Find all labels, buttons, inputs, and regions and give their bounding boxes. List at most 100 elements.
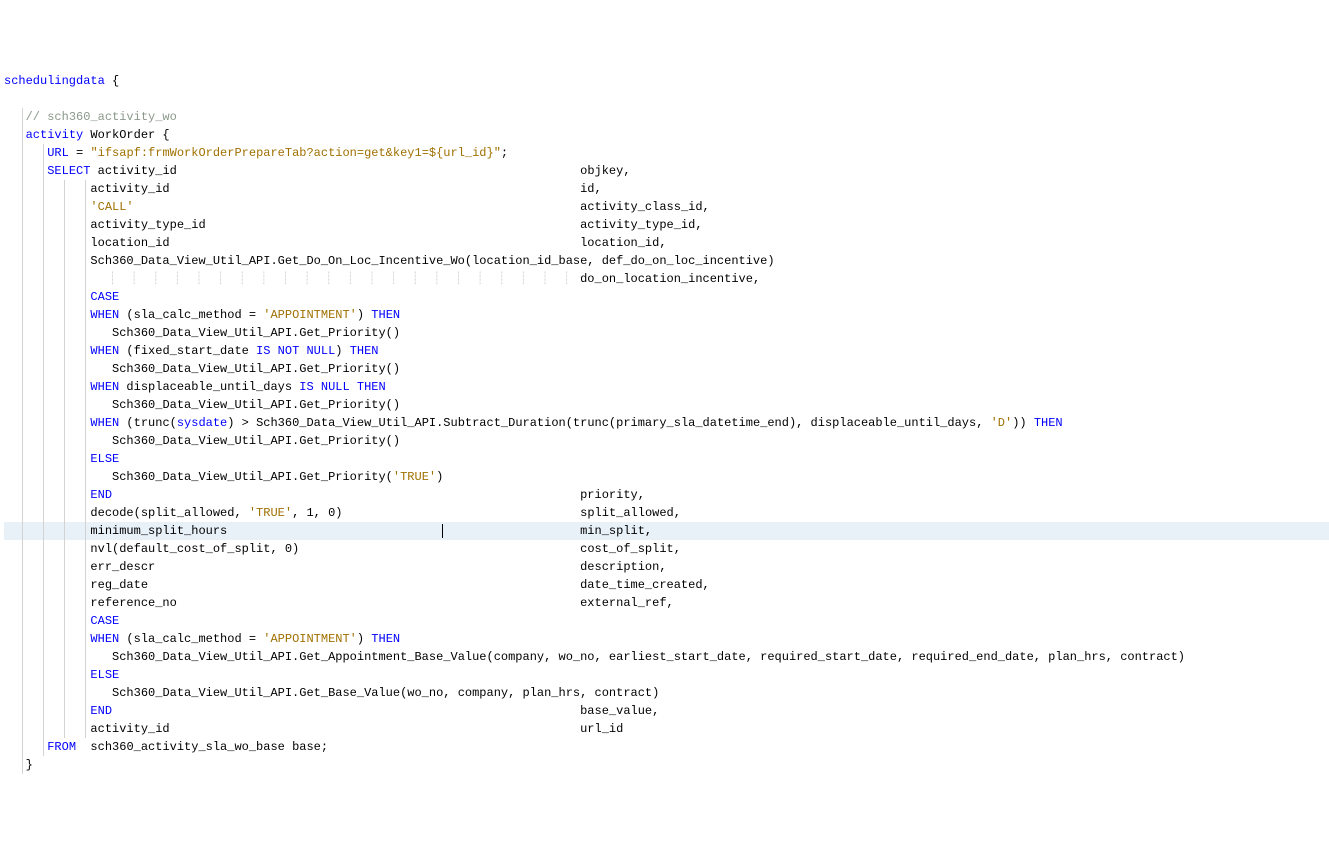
code-line[interactable]: WHEN (fixed_start_date IS NOT NULL) THEN	[4, 342, 1329, 360]
fold-guide	[64, 432, 65, 450]
fold-guide	[64, 270, 65, 288]
fold-guide	[85, 684, 86, 702]
line-content: }	[4, 756, 33, 774]
fold-guide	[22, 666, 23, 684]
token-kw: URL	[47, 146, 69, 160]
fold-guide	[85, 432, 86, 450]
code-line[interactable]: END priority,	[4, 486, 1329, 504]
fold-guide	[64, 576, 65, 594]
line-content: Sch360_Data_View_Util_API.Get_Base_Value…	[4, 684, 659, 702]
fold-guide	[64, 252, 65, 270]
code-editor[interactable]: schedulingdata { // sch360_activity_wo a…	[0, 72, 1329, 774]
fold-guide	[22, 756, 23, 774]
line-content: Sch360_Data_View_Util_API.Get_Priority('…	[4, 468, 443, 486]
code-line[interactable]: reg_date date_time_created,	[4, 576, 1329, 594]
code-line[interactable]: minimum_split_hours min_split,	[4, 522, 1329, 540]
token-plain: id,	[580, 182, 602, 196]
code-line[interactable]: activity_id url_id	[4, 720, 1329, 738]
code-line[interactable]: CASE	[4, 612, 1329, 630]
token-kw: ELSE	[90, 668, 119, 682]
code-line[interactable]: ELSE	[4, 666, 1329, 684]
token-plain: min_split,	[580, 524, 652, 538]
token-kw: THEN	[371, 308, 400, 322]
fold-guide	[64, 198, 65, 216]
token-plain: =	[69, 146, 91, 160]
token-plain: )	[335, 344, 349, 358]
fold-guide	[43, 522, 44, 540]
fold-guide	[22, 504, 23, 522]
token-kw: sysdate	[177, 416, 227, 430]
code-line[interactable]: WHEN displaceable_until_days IS NULL THE…	[4, 378, 1329, 396]
fold-guide	[43, 216, 44, 234]
fold-guide	[85, 648, 86, 666]
token-kw: WHEN	[90, 416, 119, 430]
token-plain: ))	[1012, 416, 1034, 430]
code-line[interactable]: SELECT activity_id objkey,	[4, 162, 1329, 180]
token-kw: END	[90, 488, 112, 502]
fold-guide	[43, 288, 44, 306]
fold-guide	[85, 378, 86, 396]
fold-guide	[22, 234, 23, 252]
code-line[interactable]: Sch360_Data_View_Util_API.Get_Priority('…	[4, 468, 1329, 486]
fold-guide	[43, 198, 44, 216]
fold-guide	[85, 234, 86, 252]
token-plain: (trunc(	[119, 416, 177, 430]
code-line[interactable]	[4, 90, 1329, 108]
code-line[interactable]: Sch360_Data_View_Util_API.Get_Do_On_Loc_…	[4, 252, 1329, 270]
code-line[interactable]: URL = "ifsapf:frmWorkOrderPrepareTab?act…	[4, 144, 1329, 162]
code-line[interactable]: WHEN (trunc(sysdate) > Sch360_Data_View_…	[4, 414, 1329, 432]
code-line[interactable]: nvl(default_cost_of_split, 0) cost_of_sp…	[4, 540, 1329, 558]
code-line[interactable]: }	[4, 756, 1329, 774]
token-plain: url_id	[580, 722, 623, 736]
line-content: 'CALL' activity_class_id,	[4, 198, 710, 216]
code-line[interactable]: Sch360_Data_View_Util_API.Get_Priority()	[4, 432, 1329, 450]
fold-guide	[43, 342, 44, 360]
code-line[interactable]: Sch360_Data_View_Util_API.Get_Priority()	[4, 396, 1329, 414]
code-line[interactable]: // sch360_activity_wo	[4, 108, 1329, 126]
line-content: decode(split_allowed, 'TRUE', 1, 0) spli…	[4, 504, 681, 522]
code-line[interactable]: Sch360_Data_View_Util_API.Get_Appointmen…	[4, 648, 1329, 666]
token-kw: WHEN	[90, 308, 119, 322]
code-line[interactable]: 'CALL' activity_class_id,	[4, 198, 1329, 216]
fold-guide	[22, 288, 23, 306]
code-line[interactable]: activity_type_id activity_type_id,	[4, 216, 1329, 234]
fold-guide	[64, 450, 65, 468]
code-line[interactable]: WHEN (sla_calc_method = 'APPOINTMENT') T…	[4, 630, 1329, 648]
fold-guide	[43, 702, 44, 720]
token-kw: schedulingdata	[4, 74, 105, 88]
token-str: 'CALL'	[90, 200, 133, 214]
code-line[interactable]: ┊ ┊ ┊ ┊ ┊ ┊ ┊ ┊ ┊ ┊ ┊ ┊ ┊ ┊ ┊ ┊ ┊ ┊ ┊ ┊ …	[4, 270, 1329, 288]
code-line[interactable]: err_descr description,	[4, 558, 1329, 576]
fold-guide	[22, 108, 23, 126]
code-line[interactable]: CASE	[4, 288, 1329, 306]
code-line[interactable]: location_id location_id,	[4, 234, 1329, 252]
token-plain: (sla_calc_method =	[119, 308, 263, 322]
token-kw: CASE	[90, 614, 119, 628]
code-line[interactable]: activity_id id,	[4, 180, 1329, 198]
token-plain: displaceable_until_days	[119, 380, 299, 394]
token-plain: Sch360_Data_View_Util_API.Get_Base_Value…	[112, 686, 659, 700]
token-plain: base_value,	[580, 704, 659, 718]
code-line[interactable]: schedulingdata {	[4, 72, 1329, 90]
fold-guide	[85, 306, 86, 324]
fold-guide	[64, 324, 65, 342]
code-line[interactable]: Sch360_Data_View_Util_API.Get_Base_Value…	[4, 684, 1329, 702]
token-kw: THEN	[371, 632, 400, 646]
code-line[interactable]: activity WorkOrder {	[4, 126, 1329, 144]
fold-guide	[43, 684, 44, 702]
fold-guide	[43, 306, 44, 324]
token-plain: minimum_split_hours	[90, 524, 227, 538]
fold-guide	[64, 306, 65, 324]
code-line[interactable]: Sch360_Data_View_Util_API.Get_Priority()	[4, 360, 1329, 378]
fold-guide	[85, 558, 86, 576]
code-line[interactable]: END base_value,	[4, 702, 1329, 720]
code-line[interactable]: ELSE	[4, 450, 1329, 468]
code-line[interactable]: decode(split_allowed, 'TRUE', 1, 0) spli…	[4, 504, 1329, 522]
code-line[interactable]: Sch360_Data_View_Util_API.Get_Priority()	[4, 324, 1329, 342]
token-str: 'APPOINTMENT'	[263, 308, 357, 322]
fold-guide	[43, 378, 44, 396]
code-line[interactable]: WHEN (sla_calc_method = 'APPOINTMENT') T…	[4, 306, 1329, 324]
code-line[interactable]: reference_no external_ref,	[4, 594, 1329, 612]
line-content: activity_id url_id	[4, 720, 623, 738]
token-plain: Sch360_Data_View_Util_API.Get_Priority()	[112, 326, 400, 340]
